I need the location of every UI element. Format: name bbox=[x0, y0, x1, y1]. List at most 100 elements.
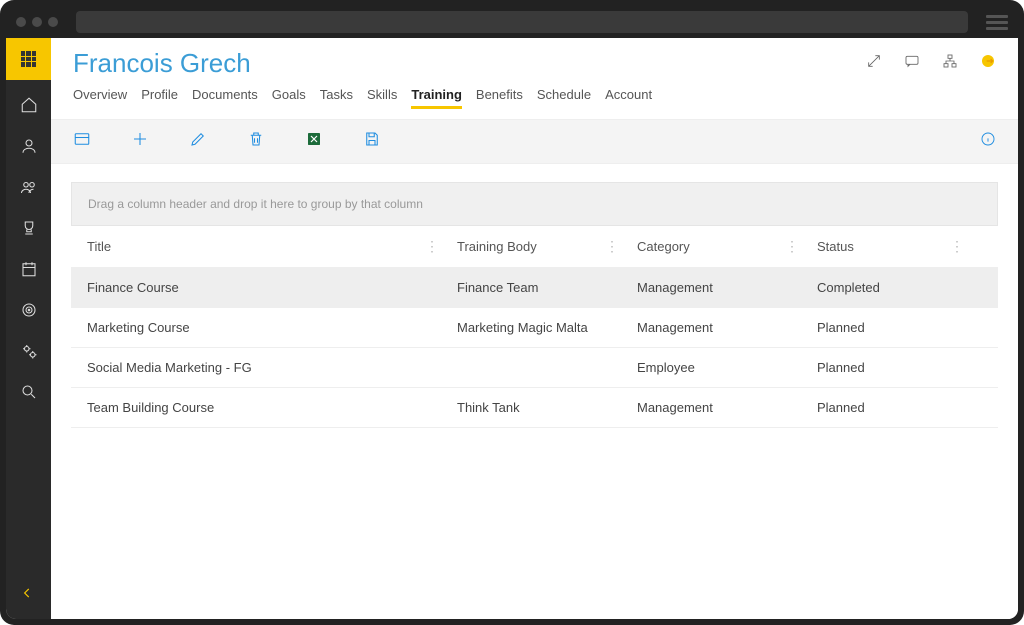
cell-title: Social Media Marketing - FG bbox=[87, 360, 457, 375]
cell-status: Planned bbox=[817, 320, 982, 335]
cell-category: Employee bbox=[637, 360, 817, 375]
trophy-icon bbox=[20, 219, 38, 237]
cell-body: Marketing Magic Malta bbox=[457, 320, 637, 335]
info-icon bbox=[980, 131, 996, 147]
sidebar bbox=[6, 38, 51, 619]
column-header-category[interactable]: Category ⋮ bbox=[637, 238, 817, 255]
sidebar-item-settings[interactable] bbox=[20, 342, 38, 365]
sidebar-item-target[interactable] bbox=[20, 301, 38, 324]
cell-title: Marketing Course bbox=[87, 320, 457, 335]
edit-button[interactable] bbox=[189, 130, 207, 153]
card-view-button[interactable] bbox=[73, 130, 91, 153]
grid-container: Drag a column header and drop it here to… bbox=[51, 164, 1018, 446]
url-bar[interactable] bbox=[76, 11, 968, 33]
toolbar bbox=[51, 119, 1018, 164]
sidebar-item-calendar[interactable] bbox=[20, 260, 38, 283]
table-row[interactable]: Marketing Course Marketing Magic Malta M… bbox=[71, 308, 998, 348]
save-button[interactable] bbox=[363, 130, 381, 153]
column-header-training-body[interactable]: Training Body ⋮ bbox=[457, 238, 637, 255]
target-icon bbox=[20, 301, 38, 319]
tab-skills[interactable]: Skills bbox=[367, 87, 397, 109]
tab-tasks[interactable]: Tasks bbox=[320, 87, 353, 109]
tab-training[interactable]: Training bbox=[411, 87, 462, 109]
add-button[interactable] bbox=[131, 130, 149, 153]
tab-overview[interactable]: Overview bbox=[73, 87, 127, 109]
window-dot bbox=[16, 17, 26, 27]
apps-grid-icon bbox=[21, 51, 37, 67]
sidebar-item-search[interactable] bbox=[20, 383, 38, 406]
hierarchy-icon bbox=[942, 53, 958, 69]
chat-button[interactable] bbox=[904, 53, 920, 74]
cell-category: Management bbox=[637, 280, 817, 295]
page-header: Francois Grech bbox=[51, 38, 1018, 81]
group-drop-zone[interactable]: Drag a column header and drop it here to… bbox=[71, 182, 998, 225]
browser-frame: Francois Grech Overview Profile Document… bbox=[0, 0, 1024, 625]
column-menu-icon[interactable]: ⋮ bbox=[950, 238, 964, 255]
cell-status: Planned bbox=[817, 400, 982, 415]
person-icon bbox=[20, 137, 38, 155]
tab-schedule[interactable]: Schedule bbox=[537, 87, 591, 109]
people-icon bbox=[20, 178, 38, 196]
column-header-title[interactable]: Title ⋮ bbox=[87, 238, 457, 255]
search-icon bbox=[20, 383, 38, 401]
app-container: Francois Grech Overview Profile Document… bbox=[6, 38, 1018, 619]
logout-button[interactable] bbox=[980, 53, 996, 74]
tab-benefits[interactable]: Benefits bbox=[476, 87, 523, 109]
expand-icon bbox=[866, 53, 882, 69]
window-dot bbox=[32, 17, 42, 27]
save-icon bbox=[363, 130, 381, 148]
plus-icon bbox=[131, 130, 149, 148]
gears-icon bbox=[20, 342, 38, 360]
excel-icon bbox=[305, 130, 323, 148]
column-label: Category bbox=[637, 239, 690, 254]
column-menu-icon[interactable]: ⋮ bbox=[425, 238, 439, 255]
window-dot bbox=[48, 17, 58, 27]
cell-status: Planned bbox=[817, 360, 982, 375]
cell-body: Finance Team bbox=[457, 280, 637, 295]
exit-icon bbox=[980, 53, 996, 69]
column-header-status[interactable]: Status ⋮ bbox=[817, 238, 982, 255]
delete-button[interactable] bbox=[247, 130, 265, 153]
cell-status: Completed bbox=[817, 280, 982, 295]
home-icon bbox=[20, 96, 38, 114]
app-launcher-button[interactable] bbox=[6, 38, 51, 80]
column-label: Training Body bbox=[457, 239, 537, 254]
pencil-icon bbox=[189, 130, 207, 148]
column-menu-icon[interactable]: ⋮ bbox=[605, 238, 619, 255]
tab-goals[interactable]: Goals bbox=[272, 87, 306, 109]
table-row[interactable]: Team Building Course Think Tank Manageme… bbox=[71, 388, 998, 428]
calendar-icon bbox=[20, 260, 38, 278]
column-label: Title bbox=[87, 239, 111, 254]
cell-category: Management bbox=[637, 400, 817, 415]
tab-account[interactable]: Account bbox=[605, 87, 652, 109]
sidebar-item-awards[interactable] bbox=[20, 219, 38, 242]
sidebar-item-person[interactable] bbox=[20, 137, 38, 160]
info-button[interactable] bbox=[980, 131, 996, 152]
column-menu-icon[interactable]: ⋮ bbox=[785, 238, 799, 255]
cell-title: Team Building Course bbox=[87, 400, 457, 415]
page-title: Francois Grech bbox=[73, 48, 251, 79]
main-panel: Francois Grech Overview Profile Document… bbox=[51, 38, 1018, 619]
cell-body: Think Tank bbox=[457, 400, 637, 415]
table-row[interactable]: Finance Course Finance Team Management C… bbox=[71, 268, 998, 308]
sidebar-item-home[interactable] bbox=[20, 96, 38, 119]
column-label: Status bbox=[817, 239, 854, 254]
sidebar-collapse-button[interactable] bbox=[20, 586, 34, 605]
card-icon bbox=[73, 130, 91, 148]
tab-profile[interactable]: Profile bbox=[141, 87, 178, 109]
table-header-row: Title ⋮ Training Body ⋮ Category ⋮ Status ⋮ bbox=[71, 225, 998, 268]
browser-chrome bbox=[6, 6, 1018, 38]
tab-bar: Overview Profile Documents Goals Tasks S… bbox=[51, 81, 1018, 119]
chat-icon bbox=[904, 53, 920, 69]
browser-menu-icon[interactable] bbox=[986, 15, 1008, 30]
trash-icon bbox=[247, 130, 265, 148]
tab-documents[interactable]: Documents bbox=[192, 87, 258, 109]
expand-button[interactable] bbox=[866, 53, 882, 74]
table-row[interactable]: Social Media Marketing - FG Employee Pla… bbox=[71, 348, 998, 388]
cell-title: Finance Course bbox=[87, 280, 457, 295]
cell-category: Management bbox=[637, 320, 817, 335]
sidebar-item-people[interactable] bbox=[20, 178, 38, 201]
org-button[interactable] bbox=[942, 53, 958, 74]
chevron-left-icon bbox=[20, 586, 34, 600]
export-excel-button[interactable] bbox=[305, 130, 323, 153]
